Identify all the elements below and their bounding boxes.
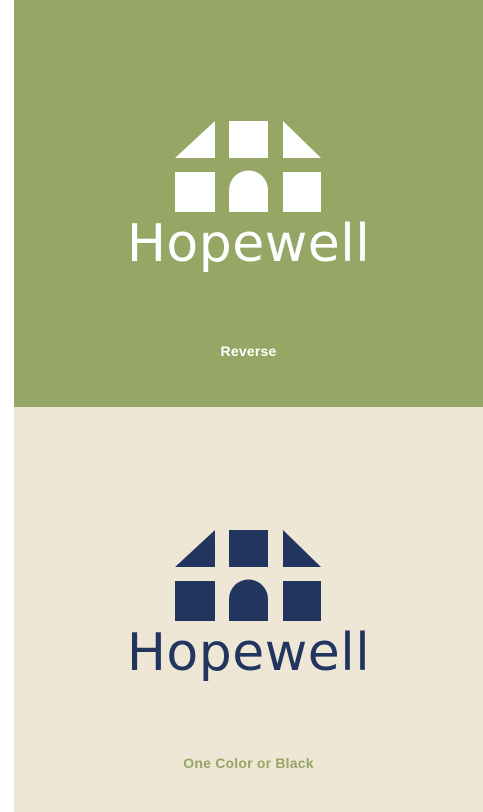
reverse-logo: Hopewell — [14, 118, 483, 272]
caption: Reverse — [220, 343, 277, 359]
arched-door-shape — [228, 170, 268, 212]
house-window-mark-icon — [174, 530, 321, 621]
wordmark: Hopewell — [126, 214, 371, 274]
wall-right-shape — [282, 172, 321, 212]
roof-right-shape — [282, 121, 321, 158]
one-color-panel: Hopewell One Color or Black — [14, 407, 483, 812]
brand-sheet: Hopewell Reverse Hopewell One Color or B… — [0, 0, 483, 812]
wall-left-shape — [174, 172, 215, 212]
wall-left-shape — [174, 581, 215, 621]
one-color-logo: Hopewell — [14, 527, 483, 681]
roof-center-shape — [228, 121, 268, 158]
wall-right-shape — [282, 581, 321, 621]
roof-left-shape — [174, 530, 215, 567]
reverse-panel: Hopewell Reverse — [14, 0, 483, 407]
roof-left-shape — [174, 121, 215, 158]
roof-center-shape — [228, 530, 268, 567]
roof-right-shape — [282, 530, 321, 567]
arched-door-shape — [228, 579, 268, 621]
wordmark: Hopewell — [126, 623, 371, 683]
house-window-mark-icon — [174, 121, 321, 212]
caption: One Color or Black — [183, 755, 314, 771]
